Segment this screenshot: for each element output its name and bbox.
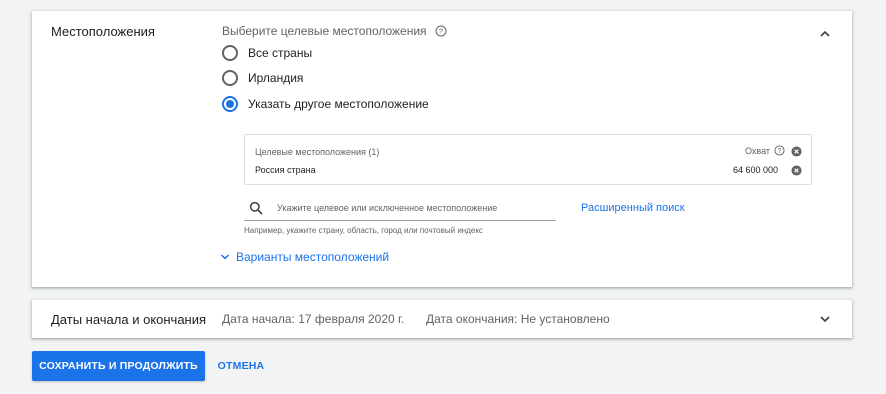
end-date: Дата окончания: Не установлено: [426, 312, 610, 326]
search-hint: Например, укажите страну, область, город…: [244, 226, 483, 235]
remove-all-icon[interactable]: [791, 146, 802, 157]
chevron-down-icon[interactable]: [818, 312, 832, 326]
reach-label: Охват: [744, 145, 770, 156]
advanced-search-link[interactable]: Расширенный поиск: [581, 202, 685, 214]
radio-button-selected[interactable]: [222, 96, 238, 112]
radio-label: Все страны: [248, 46, 313, 60]
radio-other-location[interactable]: Указать другое местоположение: [222, 96, 429, 112]
location-options-label: Варианты местоположений: [236, 250, 390, 264]
radio-label: Ирландия: [248, 71, 304, 85]
chevron-down-icon: [220, 254, 230, 260]
start-date: Дата начала: 17 февраля 2020 г.: [222, 312, 405, 326]
radio-ireland[interactable]: Ирландия: [222, 70, 303, 86]
targeted-locations-header: Целевые местоположения (1): [255, 147, 380, 157]
dates-title: Даты начала и окончания: [51, 312, 207, 327]
location-name: Россия страна: [255, 165, 316, 175]
help-icon[interactable]: ?: [774, 145, 785, 156]
radio-all-countries[interactable]: Все страны: [222, 45, 312, 61]
remove-location-icon[interactable]: [791, 165, 802, 176]
location-options-toggle[interactable]: Варианты местоположений: [220, 250, 389, 264]
locations-subtitle: Выберите целевые местоположения ?: [222, 24, 447, 38]
location-search-input[interactable]: [277, 202, 547, 213]
radio-button[interactable]: [222, 45, 238, 61]
targeted-locations-box: Целевые местоположения (1) Охват ? Росси…: [244, 134, 812, 185]
help-icon[interactable]: ?: [435, 25, 447, 37]
locations-subtitle-text: Выберите целевые местоположения: [222, 24, 427, 38]
svg-text:?: ?: [438, 27, 442, 36]
locations-card: Местоположения Выберите целевые местопол…: [32, 11, 852, 287]
location-reach: 64 600 000: [732, 165, 778, 175]
svg-text:?: ?: [778, 148, 782, 155]
location-search: [244, 195, 556, 221]
cancel-button[interactable]: ОТМЕНА: [210, 351, 272, 381]
locations-title: Местоположения: [51, 24, 155, 39]
save-and-continue-button[interactable]: СОХРАНИТЬ И ПРОДОЛЖИТЬ: [32, 351, 205, 381]
radio-button[interactable]: [222, 70, 238, 86]
reach-header: Охват ?: [745, 145, 785, 156]
radio-label: Указать другое местоположение: [248, 97, 429, 111]
dates-card[interactable]: Даты начала и окончания Дата начала: 17 …: [32, 300, 852, 338]
search-icon: [249, 201, 263, 215]
chevron-up-icon[interactable]: [818, 27, 832, 41]
